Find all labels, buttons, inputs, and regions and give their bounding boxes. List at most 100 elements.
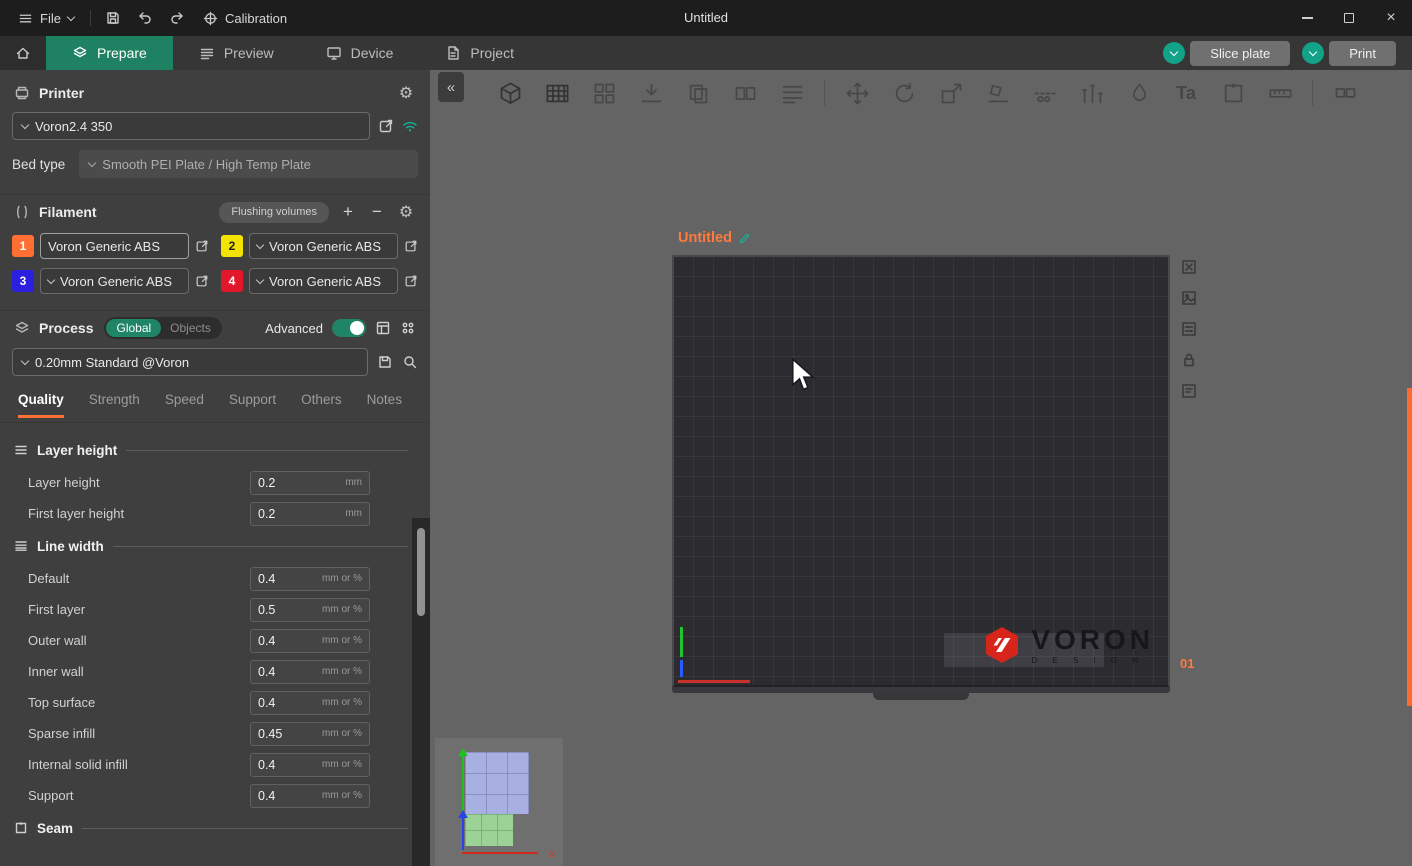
- maximize-button[interactable]: [1328, 0, 1370, 36]
- file-menu[interactable]: File: [10, 0, 82, 36]
- sidebar-scrollbar[interactable]: [412, 518, 430, 866]
- plate-preview-thumbnail[interactable]: x: [435, 738, 563, 866]
- edit-filament-icon[interactable]: [404, 239, 418, 253]
- line-width-icon: [14, 539, 28, 553]
- measure-icon[interactable]: [1262, 75, 1298, 111]
- filament-color-chip[interactable]: 4: [221, 270, 243, 292]
- viewport-3d[interactable]: « Ta Untitled: [430, 70, 1412, 866]
- filament-select[interactable]: Voron Generic ABS: [249, 268, 398, 294]
- color-paint-icon[interactable]: [1121, 75, 1157, 111]
- collapse-sidebar-button[interactable]: «: [438, 72, 464, 102]
- rename-plate-icon[interactable]: [738, 232, 751, 245]
- plate-settings-icon[interactable]: [1180, 320, 1198, 343]
- tab-notes[interactable]: Notes: [367, 392, 402, 418]
- first-layer-height-input[interactable]: 0.2 mm: [250, 502, 370, 526]
- filament-settings-gear-icon[interactable]: ⚙: [396, 202, 416, 222]
- rotate-icon[interactable]: [886, 75, 922, 111]
- default-line-width-input[interactable]: 0.4 mm or %: [250, 567, 370, 591]
- outer-wall-line-width-input[interactable]: 0.4 mm or %: [250, 629, 370, 653]
- slice-options-dropdown[interactable]: [1163, 42, 1185, 64]
- layers-icon[interactable]: [774, 75, 810, 111]
- move-icon[interactable]: [839, 75, 875, 111]
- first-layer-line-width-input[interactable]: 0.5 mm or %: [250, 598, 370, 622]
- printer-settings-gear-icon[interactable]: ⚙: [396, 83, 416, 103]
- parameter-table-icon[interactable]: [375, 320, 391, 336]
- filament-color-chip[interactable]: 2: [221, 235, 243, 257]
- tab-label: Prepare: [97, 45, 147, 61]
- delete-plate-icon[interactable]: [1180, 258, 1198, 281]
- tab-project[interactable]: Project: [419, 36, 540, 70]
- duplicate-icon[interactable]: [680, 75, 716, 111]
- support-line-width-input[interactable]: 0.4 mm or %: [250, 784, 370, 808]
- edit-filament-icon[interactable]: [404, 274, 418, 288]
- cut-icon[interactable]: [1027, 75, 1063, 111]
- print-button[interactable]: Print: [1329, 41, 1396, 66]
- edit-filament-icon[interactable]: [195, 239, 209, 253]
- add-filament-button[interactable]: +: [338, 202, 358, 222]
- slice-plate-button[interactable]: Slice plate: [1190, 41, 1290, 66]
- filament-select[interactable]: Voron Generic ABS: [249, 233, 398, 259]
- save-preset-icon[interactable]: [377, 354, 393, 370]
- titlebar: File Calibration Untitled ×: [0, 0, 1412, 36]
- arrange-icon[interactable]: [586, 75, 622, 111]
- project-icon: [445, 45, 461, 61]
- process-preset-select[interactable]: 0.20mm Standard @Voron: [12, 348, 368, 376]
- tab-strength[interactable]: Strength: [89, 392, 140, 418]
- split-object-icon[interactable]: [727, 75, 763, 111]
- plate-image-icon[interactable]: [1180, 289, 1198, 312]
- lay-flat-icon[interactable]: [980, 75, 1016, 111]
- flushing-volumes-button[interactable]: Flushing volumes: [219, 202, 329, 223]
- add-plate-icon[interactable]: [539, 75, 575, 111]
- search-preset-icon[interactable]: [402, 354, 418, 370]
- auto-orient-icon[interactable]: [633, 75, 669, 111]
- minimize-icon: [1302, 17, 1313, 19]
- global-toggle[interactable]: Global: [106, 319, 161, 337]
- scale-icon[interactable]: [933, 75, 969, 111]
- close-button[interactable]: ×: [1370, 0, 1412, 36]
- layer-height-input[interactable]: 0.2 mm: [250, 471, 370, 495]
- undo-button[interactable]: [131, 4, 159, 32]
- printer-select[interactable]: Voron2.4 350: [12, 112, 370, 140]
- minimize-button[interactable]: [1286, 0, 1328, 36]
- compare-presets-icon[interactable]: [400, 320, 416, 336]
- home-button[interactable]: [0, 36, 46, 70]
- tab-others[interactable]: Others: [301, 392, 342, 418]
- redo-button[interactable]: [163, 4, 191, 32]
- remove-filament-button[interactable]: −: [367, 202, 387, 222]
- filament-select[interactable]: Voron Generic ABS: [40, 268, 189, 294]
- bed-type-select[interactable]: Smooth PEI Plate / High Temp Plate: [79, 150, 418, 178]
- text-tool-icon[interactable]: Ta: [1168, 75, 1204, 111]
- lock-plate-icon[interactable]: [1180, 351, 1198, 374]
- build-plate[interactable]: VORON D E S I G N: [672, 255, 1170, 687]
- print-options-dropdown[interactable]: [1302, 42, 1324, 64]
- sparse-infill-line-width-input[interactable]: 0.45 mm or %: [250, 722, 370, 746]
- internal-solid-infill-line-width-input[interactable]: 0.4 mm or %: [250, 753, 370, 777]
- save-button[interactable]: [99, 4, 127, 32]
- calibration-button[interactable]: Calibration: [195, 0, 295, 36]
- tab-prepare[interactable]: Prepare: [46, 36, 173, 70]
- filament-select[interactable]: Voron Generic ABS: [40, 233, 189, 259]
- tab-quality[interactable]: Quality: [18, 392, 64, 418]
- add-model-icon[interactable]: [492, 75, 528, 111]
- wifi-connection-icon[interactable]: [402, 118, 418, 134]
- tab-preview[interactable]: Preview: [173, 36, 300, 70]
- tab-speed[interactable]: Speed: [165, 392, 204, 418]
- edit-printer-icon[interactable]: [378, 118, 394, 134]
- support-paint-icon[interactable]: [1074, 75, 1110, 111]
- seam-paint-icon[interactable]: [1215, 75, 1251, 111]
- filament-color-chip[interactable]: 3: [12, 270, 34, 292]
- scrollbar-thumb[interactable]: [417, 528, 425, 616]
- filament-color-chip[interactable]: 1: [12, 235, 34, 257]
- param-row-layer-height: Layer height 0.2 mm: [0, 467, 430, 498]
- tab-support[interactable]: Support: [229, 392, 276, 418]
- plate-label-icon[interactable]: [1180, 382, 1198, 405]
- objects-toggle[interactable]: Objects: [161, 321, 220, 335]
- inner-wall-line-width-input[interactable]: 0.4 mm or %: [250, 660, 370, 684]
- toolbar-divider: [1312, 80, 1313, 106]
- section-seam: Seam: [0, 811, 430, 845]
- assembly-icon[interactable]: [1327, 75, 1363, 111]
- top-surface-line-width-input[interactable]: 0.4 mm or %: [250, 691, 370, 715]
- edit-filament-icon[interactable]: [195, 274, 209, 288]
- tab-device[interactable]: Device: [300, 36, 420, 70]
- advanced-toggle[interactable]: [332, 319, 366, 337]
